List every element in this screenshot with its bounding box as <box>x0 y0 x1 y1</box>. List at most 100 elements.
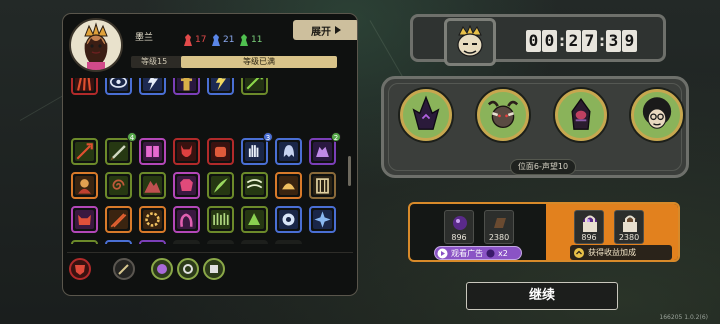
arrows-icon <box>110 213 127 228</box>
fist-icon <box>214 146 227 158</box>
item-slot[interactable] <box>105 206 132 233</box>
timer-colon: : <box>599 32 605 50</box>
timer-colon: : <box>559 32 565 50</box>
enemy-portrait[interactable] <box>400 89 452 141</box>
relic-slot[interactable] <box>151 258 173 280</box>
wolf-icon <box>316 146 329 158</box>
ad-multiplier: x2 <box>498 248 508 258</box>
item-slot[interactable] <box>241 172 268 199</box>
item-slot[interactable] <box>241 138 268 165</box>
continue-button[interactable]: 继续 <box>466 282 618 310</box>
gear-icon <box>145 212 160 227</box>
blade-icon <box>110 145 126 161</box>
scroll-icon <box>210 265 218 273</box>
item-slot[interactable] <box>71 206 98 233</box>
level-fill: 等级已满 <box>181 56 337 68</box>
hand-icon <box>248 145 259 158</box>
double-chevron-up-icon <box>574 247 584 258</box>
item-slot[interactable] <box>71 240 98 244</box>
item-slot[interactable] <box>275 172 302 199</box>
gain-bonus-label: 获得收益加成 <box>588 248 636 257</box>
item-slot[interactable] <box>139 78 166 95</box>
afro-hero-icon <box>642 97 672 129</box>
tentacle-icon <box>180 213 193 227</box>
item-slot[interactable] <box>105 172 132 199</box>
stat-green: 11 <box>239 34 262 46</box>
stat-blue: 21 <box>211 34 234 46</box>
enemy-portrait[interactable] <box>555 89 607 141</box>
wave-icon <box>107 242 130 244</box>
spear-icon <box>76 143 93 160</box>
item-slot[interactable] <box>207 206 234 233</box>
wind-icon <box>246 179 263 189</box>
item-slot[interactable] <box>71 138 98 165</box>
item-slot[interactable] <box>71 172 98 199</box>
book-icon <box>146 145 159 158</box>
level-status: 等级已满 <box>243 57 275 66</box>
item-slot[interactable] <box>173 78 200 95</box>
item-slot[interactable] <box>139 138 166 165</box>
green-unit-icon <box>240 34 248 46</box>
item-slot[interactable] <box>173 206 200 233</box>
stat-blue-value: 21 <box>223 35 235 45</box>
swirl-icon <box>112 179 125 190</box>
avatar[interactable] <box>69 18 123 72</box>
item-slot[interactable] <box>241 78 268 95</box>
enemy-portrait[interactable] <box>631 89 683 141</box>
watch-ad-button[interactable]: 观看广告 x2 <box>434 246 522 260</box>
claw-icon <box>141 242 164 244</box>
enemy-portrait[interactable] <box>477 89 529 141</box>
timer-digit: 0 <box>542 30 557 52</box>
mountain-icon <box>144 180 161 193</box>
lock-icon <box>623 215 637 232</box>
item-slot[interactable] <box>173 172 200 199</box>
relic-slot[interactable] <box>113 258 135 280</box>
totem-icon <box>180 78 193 91</box>
item-slot[interactable] <box>241 206 268 233</box>
timer-digit: 7 <box>582 30 597 52</box>
relic-slot[interactable] <box>69 258 91 280</box>
item-slot[interactable] <box>309 172 336 199</box>
item-slot[interactable] <box>207 172 234 199</box>
gate-icon <box>316 178 329 194</box>
boss-badge <box>444 18 496 66</box>
relic-slot[interactable] <box>177 258 199 280</box>
item-slot[interactable] <box>105 240 132 244</box>
item-slot[interactable] <box>139 172 166 199</box>
leaf-icon <box>248 213 261 226</box>
relic-slot[interactable] <box>203 258 225 280</box>
item-slot[interactable] <box>275 138 302 165</box>
item-slot[interactable] <box>71 78 98 95</box>
dark-wraith-icon <box>412 95 440 130</box>
blue-unit-icon <box>212 34 220 46</box>
gain-bonus-button[interactable]: 获得收益加成 <box>570 245 672 260</box>
item-slot[interactable] <box>105 138 132 165</box>
watch-ad-label: 观看广告 <box>451 248 483 258</box>
item-slot[interactable] <box>309 206 336 233</box>
item-slot[interactable] <box>139 206 166 233</box>
reward-value: 896 <box>581 233 597 242</box>
coin-icon <box>157 264 167 274</box>
item-slot[interactable] <box>207 138 234 165</box>
item-slot[interactable] <box>275 206 302 233</box>
timer-digit: 0 <box>526 30 541 52</box>
shell-icon <box>282 183 295 190</box>
expand-button[interactable]: 展开 <box>293 20 357 40</box>
shadow-knight-icon <box>571 97 591 130</box>
arrow-icon <box>246 78 263 90</box>
scrollbar[interactable] <box>348 156 351 186</box>
item-slot[interactable] <box>207 78 234 95</box>
mask-icon <box>75 265 85 275</box>
position-label: 位面6-声望10 <box>510 159 576 175</box>
fox-icon <box>78 214 91 226</box>
hero-name: 墨兰 <box>135 33 154 43</box>
item-count-badge: 3 <box>263 132 273 142</box>
item-slot[interactable] <box>105 78 132 95</box>
item-slot[interactable] <box>139 240 166 244</box>
item-grid: 4 3 2 <box>67 78 345 244</box>
fence-icon <box>213 213 229 226</box>
item-slot[interactable] <box>309 138 336 165</box>
timer-digit: 9 <box>622 30 637 52</box>
level-bar: 等级15 等级已满 <box>131 56 337 68</box>
item-slot[interactable] <box>173 138 200 165</box>
